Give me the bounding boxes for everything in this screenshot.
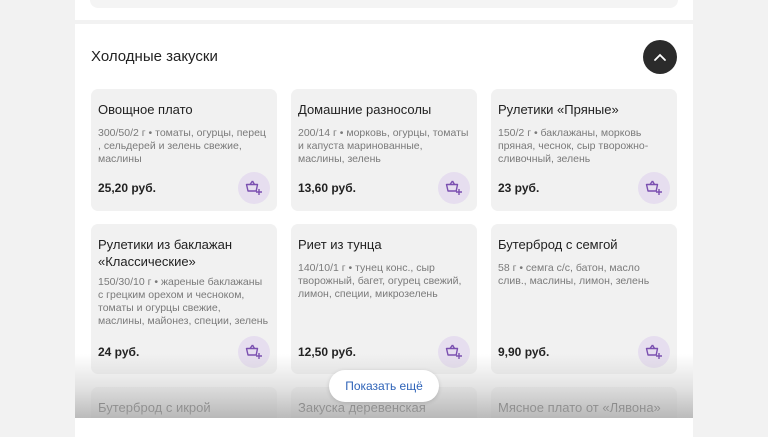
product-description: 150/30/10 г • жареные баклажаны с грецки… (98, 276, 269, 327)
basket-add-icon (445, 180, 462, 195)
product-name: Овощное плато (98, 102, 193, 117)
product-card[interactable]: Рулетики из баклажан «Классические» 150/… (91, 224, 277, 374)
section-title: Холодные закуски (91, 48, 218, 65)
product-name: Риет из тунца (298, 237, 382, 252)
cold-appetizers-section: Холодные закуски Овощное плато 300/50/2 … (75, 24, 693, 437)
add-to-cart-button[interactable] (638, 336, 670, 368)
previous-section-inner (90, 0, 678, 8)
show-more-button[interactable]: Показать ещё (329, 370, 439, 402)
product-name: Бутерброд с семгой (498, 237, 618, 252)
basket-add-icon (645, 344, 662, 359)
section-bottom (75, 418, 693, 437)
basket-add-icon (245, 344, 262, 359)
product-description: 140/10/1 г • тунец конс., сыр творожный,… (298, 262, 462, 300)
product-price: 12,50 руб. (298, 345, 356, 359)
product-price: 24 руб. (98, 345, 140, 359)
product-description: 200/14 г • морковь, огурцы, томаты и кап… (298, 127, 469, 165)
product-price: 23 руб. (498, 181, 540, 195)
basket-add-icon (445, 344, 462, 359)
add-to-cart-button[interactable] (438, 172, 470, 204)
product-card[interactable]: Бутерброд с семгой 58 г • семга с/с, бат… (491, 224, 677, 374)
add-to-cart-button[interactable] (638, 172, 670, 204)
product-name: Домашние разносолы (298, 102, 432, 117)
product-name: Рулетики из баклажан «Классические» (98, 237, 233, 269)
basket-add-icon (645, 180, 662, 195)
add-to-cart-button[interactable] (438, 336, 470, 368)
product-description: 58 г • семга с/с, батон, масло слив., ма… (498, 262, 650, 287)
basket-add-icon (245, 180, 262, 195)
add-to-cart-button[interactable] (238, 172, 270, 204)
product-card[interactable]: Домашние разносолы 200/14 г • морковь, о… (291, 89, 477, 211)
product-card[interactable]: Риет из тунца 140/10/1 г • тунец конс., … (291, 224, 477, 374)
product-description: 150/2 г • баклажаны, морковь пряная, чес… (498, 127, 649, 165)
product-card[interactable]: Овощное плато 300/50/2 г • томаты, огурц… (91, 89, 277, 211)
product-price: 13,60 руб. (298, 181, 356, 195)
add-to-cart-button[interactable] (238, 336, 270, 368)
chevron-up-icon (654, 53, 666, 61)
product-name: Мясное плато от «Лявона» (498, 400, 661, 415)
collapse-button[interactable] (643, 40, 677, 74)
previous-section-card (75, 0, 693, 20)
product-name: Бутерброд с икрой (98, 400, 211, 415)
product-card[interactable]: Рулетики «Пряные» 150/2 г • баклажаны, м… (491, 89, 677, 211)
product-description: 300/50/2 г • томаты, огурцы, перец , сел… (98, 127, 266, 165)
product-price: 25,20 руб. (98, 181, 156, 195)
product-name: Рулетики «Пряные» (498, 102, 619, 117)
product-price: 9,90 руб. (498, 345, 550, 359)
